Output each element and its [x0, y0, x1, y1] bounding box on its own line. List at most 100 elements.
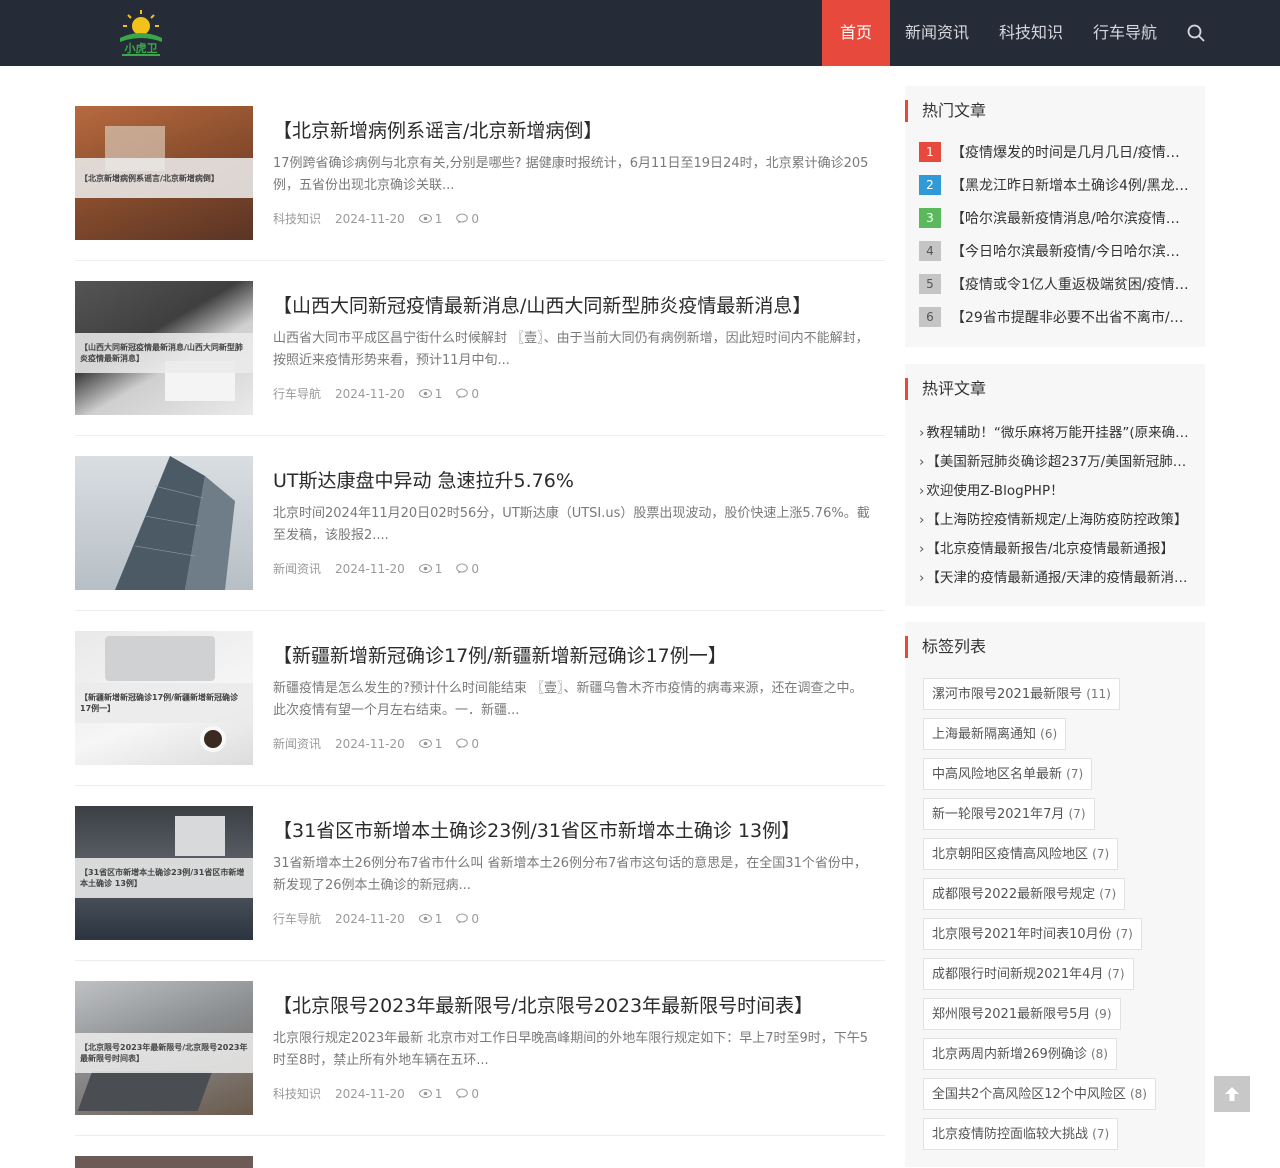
- comment-icon: [456, 563, 469, 574]
- article-item: 【31省区市新增本土确诊23例/31省区市新增本土确诊 13例】 【31省区市新…: [75, 786, 885, 961]
- article-excerpt: 北京限行规定2023年最新 北京市对工作日早晚高峰期间的外地车限行规定如下：早上…: [273, 1031, 869, 1068]
- tag-list-widget: 标签列表 漯河市限号2021最新限号 (11) 上海最新隔离通知 (6) 中高风…: [905, 622, 1205, 1167]
- tag-item[interactable]: 北京疫情防控面临较大挑战 (7): [923, 1118, 1119, 1150]
- article-category[interactable]: 行车导航: [273, 910, 321, 927]
- thumbnail-caption: 【新疆新增新冠确诊17例/新疆新增新冠确诊17例一】: [75, 683, 253, 723]
- chevron-right-icon: ›: [919, 425, 925, 441]
- thumbnail-caption: 【北京新增病例系谣言/北京新增病倒】: [75, 158, 253, 198]
- eye-icon: [418, 389, 432, 398]
- views-count: 1: [418, 737, 442, 751]
- hot-article-title: 【哈尔滨最新疫情消息/哈尔滨疫情最新消息】: [951, 211, 1189, 227]
- article-date: 2024-11-20: [335, 561, 405, 576]
- tag-item[interactable]: 成都限行时间新规2021年4月 (7): [923, 958, 1134, 990]
- article-meta: 新闻资讯 2024-11-20 1 0: [273, 560, 493, 577]
- tag-item[interactable]: 全国共2个高风险区12个中风险区 (8): [923, 1078, 1156, 1110]
- hot-article-title: 【黑龙江昨日新增本土确诊4例/黑龙江新增本土确诊】: [951, 178, 1189, 194]
- hot-article-item[interactable]: 5 【疫情或令1亿人重返极端贫困/疫情影响】: [919, 273, 1189, 295]
- article-title[interactable]: 【新疆新增新冠确诊17例/新疆新增新冠确诊17例一】: [273, 641, 885, 668]
- comments-count: 0: [456, 212, 479, 226]
- article-excerpt: 新疆疫情是怎么发生的?预计什么时间能结束 〖壹〗、新疆乌鲁木齐市疫情的病毒来源，…: [273, 681, 863, 718]
- arrow-up-icon: [1225, 1087, 1239, 1101]
- search-icon[interactable]: [1172, 0, 1220, 66]
- article-item: UT斯达康盘中异动 急速拉升5.76% 北京时间2024年11月20日02时56…: [75, 436, 885, 611]
- commented-article-item[interactable]: › 欢迎使用Z-BlogPHP！: [919, 479, 1189, 499]
- article-thumbnail[interactable]: 【北京限号2023年最新限号/北京限号2023年最新限号时间表】: [75, 981, 253, 1115]
- tag-cloud: 漯河市限号2021最新限号 (11) 上海最新隔离通知 (6) 中高风险地区名单…: [923, 678, 1203, 1158]
- tag-item[interactable]: 中高风险地区名单最新 (7): [923, 758, 1093, 790]
- commented-article-item[interactable]: › 【美国新冠肺炎确诊超237万/美国新冠肺炎】: [919, 450, 1189, 470]
- article-category[interactable]: 新闻资讯: [273, 735, 321, 752]
- nav-home[interactable]: 首页: [822, 0, 891, 66]
- comments-count: 0: [456, 1087, 479, 1101]
- nav-news[interactable]: 新闻资讯: [890, 0, 984, 66]
- article-title[interactable]: 【北京新增病例系谣言/北京新增病倒】: [273, 116, 885, 143]
- article-meta: 行车导航 2024-11-20 1 0: [273, 385, 493, 402]
- tag-item[interactable]: 成都限号2022最新限号规定 (7): [923, 878, 1126, 910]
- article-category[interactable]: 行车导航: [273, 385, 321, 402]
- commented-article-item[interactable]: › 【上海防控疫情新规定/上海防疫防控政策】: [919, 508, 1189, 528]
- hot-article-item[interactable]: 1 【疫情爆发的时间是几月几日/疫情爆发的时间】: [919, 141, 1189, 163]
- article-category[interactable]: 科技知识: [273, 1085, 321, 1102]
- building-image: [115, 456, 235, 590]
- views-count: 1: [418, 1087, 442, 1101]
- article-title[interactable]: 【北京限号2023年最新限号/北京限号2023年最新限号时间表】: [273, 991, 885, 1018]
- article-category[interactable]: 新闻资讯: [273, 560, 321, 577]
- eye-icon: [418, 1089, 432, 1098]
- article-item: 【北京限号2023年最新限号/北京限号2023年最新限号时间表】 【北京限号20…: [75, 961, 885, 1136]
- article-thumbnail[interactable]: 【新疆新增新冠确诊17例/新疆新增新冠确诊17例一】: [75, 631, 253, 765]
- comment-icon: [456, 388, 469, 399]
- rank-badge: 2: [919, 175, 941, 195]
- article-excerpt: 17例跨省确诊病例与北京有关,分别是哪些? 据健康时报统计，6月11日至19日2…: [273, 156, 869, 193]
- hot-article-item[interactable]: 2 【黑龙江昨日新增本土确诊4例/黑龙江新增本土确诊】: [919, 174, 1189, 196]
- back-to-top-button[interactable]: [1214, 1076, 1250, 1112]
- article-title[interactable]: 【山西大同新冠疫情最新消息/山西大同新型肺炎疫情最新消息】: [273, 291, 885, 318]
- tag-item[interactable]: 郑州限号2021最新限号5月 (9): [923, 998, 1121, 1030]
- site-logo[interactable]: 小虎卫: [116, 8, 166, 58]
- article-thumbnail-partial: [75, 1156, 253, 1168]
- tag-item[interactable]: 北京两周内新增269例确诊 (8): [923, 1038, 1117, 1070]
- article-title[interactable]: 【31省区市新增本土确诊23例/31省区市新增本土确诊 13例】: [273, 816, 885, 843]
- comment-icon: [456, 913, 469, 924]
- main-nav: 首页 新闻资讯 科技知识 行车导航: [822, 0, 1220, 66]
- widget-title: 标签列表: [905, 636, 986, 658]
- commented-article-item[interactable]: › 【天津的疫情最新通报/天津的疫情最新消息】: [919, 566, 1189, 586]
- hot-article-item[interactable]: 6 【29省市提醒非必要不出省不离市/29省市】: [919, 306, 1189, 328]
- article-date: 2024-11-20: [335, 211, 405, 226]
- hot-comments-widget: 热评文章 ›教程辅助！“微乐麻将万能开挂器”(原来确实有挂) ›【美国新冠肺炎确…: [905, 364, 1205, 606]
- commented-article-item[interactable]: ›教程辅助！“微乐麻将万能开挂器”(原来确实有挂): [919, 421, 1189, 441]
- views-count: 1: [418, 912, 442, 926]
- article-title[interactable]: UT斯达康盘中异动 急速拉升5.76%: [273, 466, 885, 493]
- article-date: 2024-11-20: [335, 1086, 405, 1101]
- eye-icon: [418, 914, 432, 923]
- tag-item[interactable]: 漯河市限号2021最新限号 (11): [923, 678, 1120, 710]
- nav-driving[interactable]: 行车导航: [1078, 0, 1172, 66]
- article-meta: 行车导航 2024-11-20 1 0: [273, 910, 493, 927]
- article-category[interactable]: 科技知识: [273, 210, 321, 227]
- article-excerpt: 北京时间2024年11月20日02时56分，UT斯达康（UTSI.us）股票出现…: [273, 506, 870, 543]
- comments-count: 0: [456, 387, 479, 401]
- article-item: 【新疆新增新冠确诊17例/新疆新增新冠确诊17例一】 【新疆新增新冠确诊17例/…: [75, 611, 885, 786]
- article-thumbnail[interactable]: 【北京新增病例系谣言/北京新增病倒】: [75, 106, 253, 240]
- commented-article-item[interactable]: › 【北京疫情最新报告/北京疫情最新通报】: [919, 537, 1189, 557]
- comments-count: 0: [456, 912, 479, 926]
- article-meta: 科技知识 2024-11-20 1 0: [273, 210, 493, 227]
- svg-text:小虎卫: 小虎卫: [124, 41, 158, 55]
- hot-article-title: 【今日哈尔滨最新疫情/今日哈尔滨疫情】: [951, 244, 1189, 260]
- tag-item[interactable]: 上海最新隔离通知 (6): [923, 718, 1067, 750]
- tag-item[interactable]: 新一轮限号2021年7月 (7): [923, 798, 1095, 830]
- tag-item[interactable]: 北京限号2021年时间表10月份 (7): [923, 918, 1142, 950]
- article-thumbnail[interactable]: 【山西大同新冠疫情最新消息/山西大同新型肺炎疫情最新消息】: [75, 281, 253, 415]
- views-count: 1: [418, 387, 442, 401]
- hot-article-item[interactable]: 4 【今日哈尔滨最新疫情/今日哈尔滨疫情】: [919, 240, 1189, 262]
- eye-icon: [418, 564, 432, 573]
- widget-title: 热门文章: [905, 100, 986, 122]
- views-count: 1: [418, 562, 442, 576]
- hot-article-item[interactable]: 3 【哈尔滨最新疫情消息/哈尔滨疫情最新消息】: [919, 207, 1189, 229]
- article-thumbnail[interactable]: [75, 456, 253, 590]
- article-thumbnail[interactable]: 【31省区市新增本土确诊23例/31省区市新增本土确诊 13例】: [75, 806, 253, 940]
- nav-tech[interactable]: 科技知识: [984, 0, 1078, 66]
- comment-icon: [456, 1088, 469, 1099]
- tag-item[interactable]: 北京朝阳区疫情高风险地区 (7): [923, 838, 1119, 870]
- rank-badge: 4: [919, 241, 941, 261]
- widget-title: 热评文章: [905, 378, 986, 400]
